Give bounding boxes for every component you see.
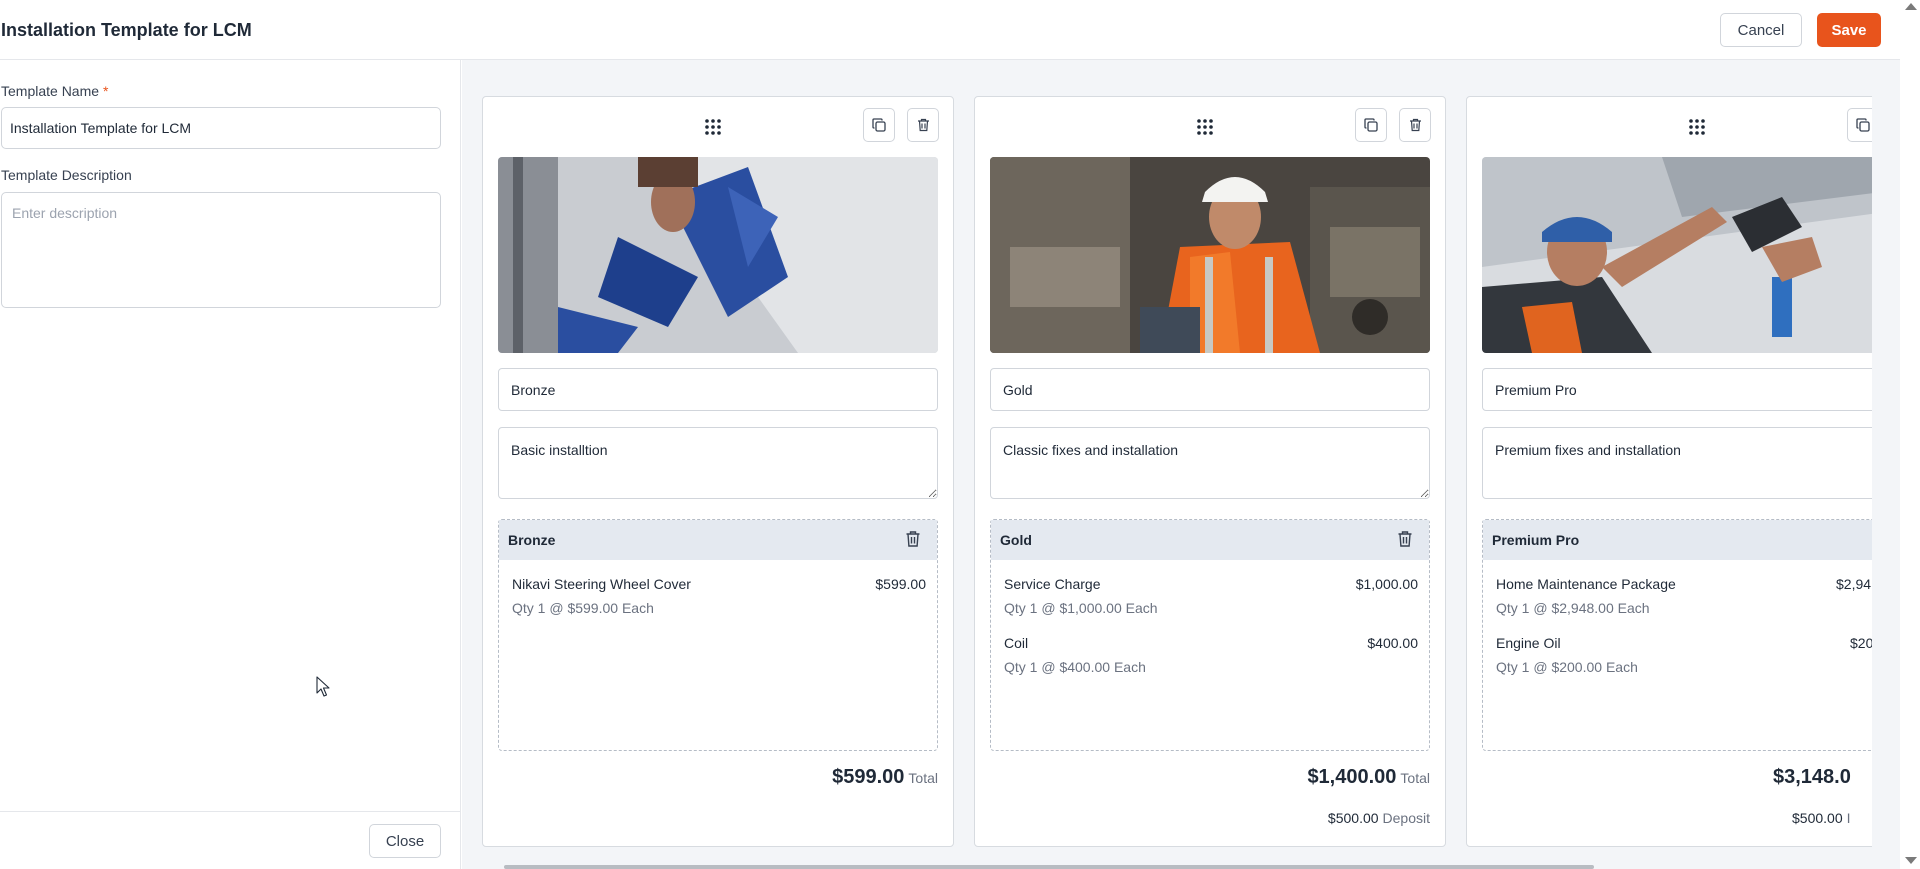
deposit-value: $500.00 <box>1327 810 1379 826</box>
tier-card: Classic fixes and installation Gold Serv… <box>974 96 1446 847</box>
line-item-qty: Qty 1 @ $599.00 Each <box>512 600 654 616</box>
line-item[interactable]: Home Maintenance Package $2,94 Qty 1 @ $… <box>1496 576 1872 624</box>
template-name-label: Template Name * <box>1 83 109 99</box>
horizontal-scrollbar-thumb[interactable] <box>504 865 1594 869</box>
total-value: $3,148.0 <box>1773 766 1851 788</box>
deposit-label: Deposit <box>1382 810 1430 826</box>
electrician-drilling-ceiling-photo <box>1482 157 1872 353</box>
scroll-up-arrow-icon[interactable] <box>1905 3 1917 10</box>
line-item[interactable]: Coil $400.00 Qty 1 @ $400.00 Each <box>1004 635 1418 683</box>
page-title: Installation Template for LCM <box>1 20 252 40</box>
trash-icon <box>1409 118 1421 132</box>
delete-card-button[interactable] <box>907 108 939 142</box>
line-item[interactable]: Service Charge $1,000.00 Qty 1 @ $1,000.… <box>1004 576 1418 624</box>
delete-line-items-button[interactable] <box>905 530 925 550</box>
total-value: $1,400.00 <box>1307 766 1397 788</box>
deposit-row: $500.00 Deposit <box>1328 810 1430 826</box>
tier-cards-area: Basic installtion Bronze Nikavi Steering… <box>462 60 1900 869</box>
tier-name-input[interactable] <box>498 368 938 411</box>
template-description-label: Template Description <box>1 167 132 183</box>
line-items-title: Gold <box>1000 532 1032 548</box>
total-label: Total <box>908 770 938 786</box>
template-name-label-text: Template Name <box>1 83 100 99</box>
scroll-down-arrow-icon[interactable] <box>1905 857 1917 864</box>
copy-icon <box>1856 118 1870 132</box>
duplicate-card-button[interactable] <box>1847 108 1872 142</box>
worker-at-lathe-machine-photo <box>990 157 1430 353</box>
line-items-title: Premium Pro <box>1492 532 1580 548</box>
template-form-panel: Template Name* Template Description Clos… <box>0 60 461 869</box>
cancel-button[interactable]: Cancel <box>1720 13 1802 47</box>
total-row: $599.00 Total <box>832 766 938 789</box>
line-item-name: Service Charge <box>1004 576 1101 592</box>
trash-icon <box>906 531 920 547</box>
trash-icon <box>917 118 929 132</box>
panel-footer: Close <box>0 811 461 869</box>
drag-handle-icon[interactable] <box>1196 118 1214 136</box>
tier-image[interactable] <box>990 157 1430 353</box>
delete-card-button[interactable] <box>1399 108 1431 142</box>
line-item-price: $400.00 <box>1367 635 1418 651</box>
line-item-qty: Qty 1 @ $200.00 Each <box>1496 659 1638 675</box>
line-item-price: $1,000.00 <box>1355 576 1418 592</box>
line-item-price: $599.00 <box>875 576 926 592</box>
line-items-box: Bronze Nikavi Steering Wheel Cover $599.… <box>498 519 938 751</box>
cards-scroll-container[interactable]: Basic installtion Bronze Nikavi Steering… <box>482 96 1872 849</box>
required-mark: * <box>103 83 109 99</box>
technician-installing-signage-photo <box>498 157 938 353</box>
duplicate-card-button[interactable] <box>1355 108 1387 142</box>
mouse-cursor-icon <box>316 676 330 697</box>
tier-image[interactable] <box>498 157 938 353</box>
deposit-row: $500.00 I <box>1792 810 1851 826</box>
save-button[interactable]: Save <box>1817 13 1881 47</box>
tier-card: Premium fixes and installation Premium P… <box>1466 96 1872 847</box>
copy-icon <box>872 118 886 132</box>
tier-card: Basic installtion Bronze Nikavi Steering… <box>482 96 954 847</box>
line-items-header: Gold <box>991 520 1429 560</box>
total-label: Total <box>1400 770 1430 786</box>
line-item-qty: Qty 1 @ $400.00 Each <box>1004 659 1146 675</box>
tier-description-input[interactable]: Basic installtion <box>498 427 938 499</box>
line-items-box: Gold Service Charge $1,000.00 Qty 1 @ $1… <box>990 519 1430 751</box>
line-item-price: $2,94 <box>1836 576 1872 592</box>
line-item-qty: Qty 1 @ $1,000.00 Each <box>1004 600 1158 616</box>
line-item[interactable]: Engine Oil $20 Qty 1 @ $200.00 Each <box>1496 635 1872 683</box>
deposit-label: I <box>1846 810 1851 826</box>
line-items-title: Bronze <box>508 532 556 548</box>
delete-line-items-button[interactable] <box>1397 530 1417 550</box>
line-item[interactable]: Nikavi Steering Wheel Cover $599.00 Qty … <box>512 576 926 624</box>
tier-image[interactable] <box>1482 157 1872 353</box>
tier-description-input[interactable]: Premium fixes and installation <box>1482 427 1872 499</box>
line-items-header: Premium Pro <box>1483 520 1872 560</box>
drag-handle-icon[interactable] <box>704 118 722 136</box>
horizontal-scrollbar[interactable] <box>482 862 1872 869</box>
copy-icon <box>1364 118 1378 132</box>
close-button[interactable]: Close <box>369 824 441 858</box>
line-item-name: Nikavi Steering Wheel Cover <box>512 576 691 592</box>
total-row: $3,148.0 <box>1773 766 1855 789</box>
tier-name-input[interactable] <box>990 368 1430 411</box>
duplicate-card-button[interactable] <box>863 108 895 142</box>
deposit-value: $500.00 <box>1792 810 1843 826</box>
line-items-box: Premium Pro Home Maintenance Package $2,… <box>1482 519 1872 751</box>
line-items-header: Bronze <box>499 520 937 560</box>
tier-name-input[interactable] <box>1482 368 1872 411</box>
total-row: $1,400.00 Total <box>1307 766 1430 789</box>
line-item-price: $20 <box>1850 635 1872 651</box>
line-item-qty: Qty 1 @ $2,948.00 Each <box>1496 600 1650 616</box>
vertical-scrollbar[interactable] <box>1900 0 1920 869</box>
template-description-input[interactable] <box>1 192 441 308</box>
line-item-name: Home Maintenance Package <box>1496 576 1676 592</box>
trash-icon <box>1398 531 1412 547</box>
total-value: $599.00 <box>832 766 905 788</box>
template-name-input[interactable] <box>1 107 441 149</box>
line-item-name: Engine Oil <box>1496 635 1561 651</box>
drag-handle-icon[interactable] <box>1688 118 1706 136</box>
tier-description-input[interactable]: Classic fixes and installation <box>990 427 1430 499</box>
page-header: Installation Template for LCM Cancel Sav… <box>0 0 1900 60</box>
line-item-name: Coil <box>1004 635 1029 651</box>
